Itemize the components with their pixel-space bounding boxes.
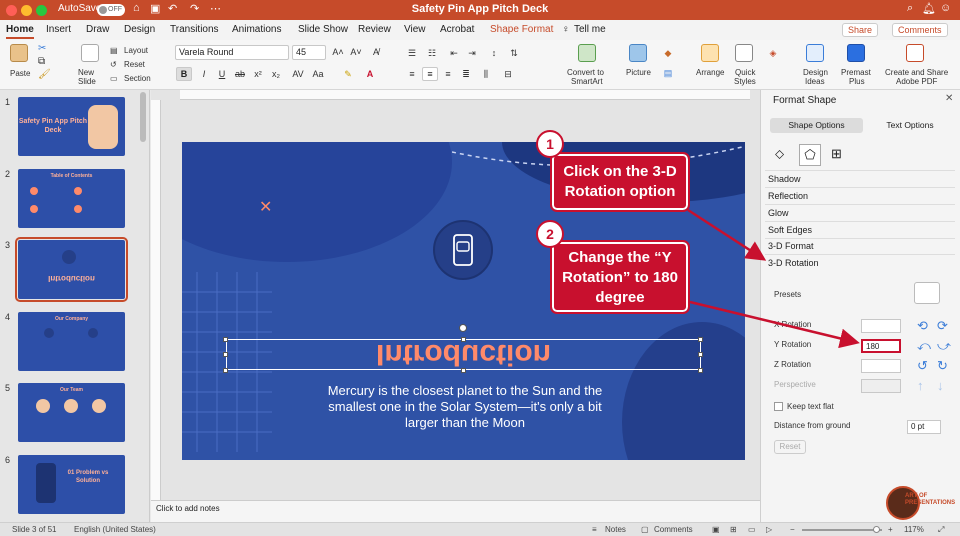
zoom-in-icon[interactable]: + [888, 523, 893, 536]
comments-status-button[interactable]: Comments [654, 523, 693, 536]
zoom-slider-thumb[interactable] [873, 526, 880, 533]
slideshow-view-icon[interactable]: ▷ [766, 523, 772, 536]
zoom-slider[interactable] [802, 529, 882, 531]
slide-counter: Slide 3 of 51 [12, 525, 57, 534]
fit-slide-icon[interactable]: ⤢ [938, 523, 944, 536]
reading-view-icon[interactable]: ▭ [748, 523, 756, 536]
callout-arrows [687, 208, 860, 349]
language-status[interactable]: English (United States) [74, 523, 156, 536]
callout-step-1: Click on the 3-D Rotation option [550, 152, 690, 212]
normal-view-icon[interactable]: ▣ [712, 523, 720, 536]
callout-step-2: Change the “Y Rotation” to 180 degree [550, 240, 690, 314]
callout-number-1: 1 [536, 130, 564, 158]
notes-button[interactable]: Notes [605, 523, 626, 536]
sorter-view-icon[interactable]: ⊞ [730, 523, 737, 536]
notes-icon: ≡ [592, 525, 597, 534]
comments-icon: ▢ [641, 525, 649, 534]
status-bar: Slide 3 of 51 English (United States) ≡ … [0, 522, 960, 536]
zoom-out-icon[interactable]: − [790, 523, 795, 536]
callout-number-2: 2 [536, 220, 564, 248]
zoom-level[interactable]: 117% [904, 523, 924, 536]
